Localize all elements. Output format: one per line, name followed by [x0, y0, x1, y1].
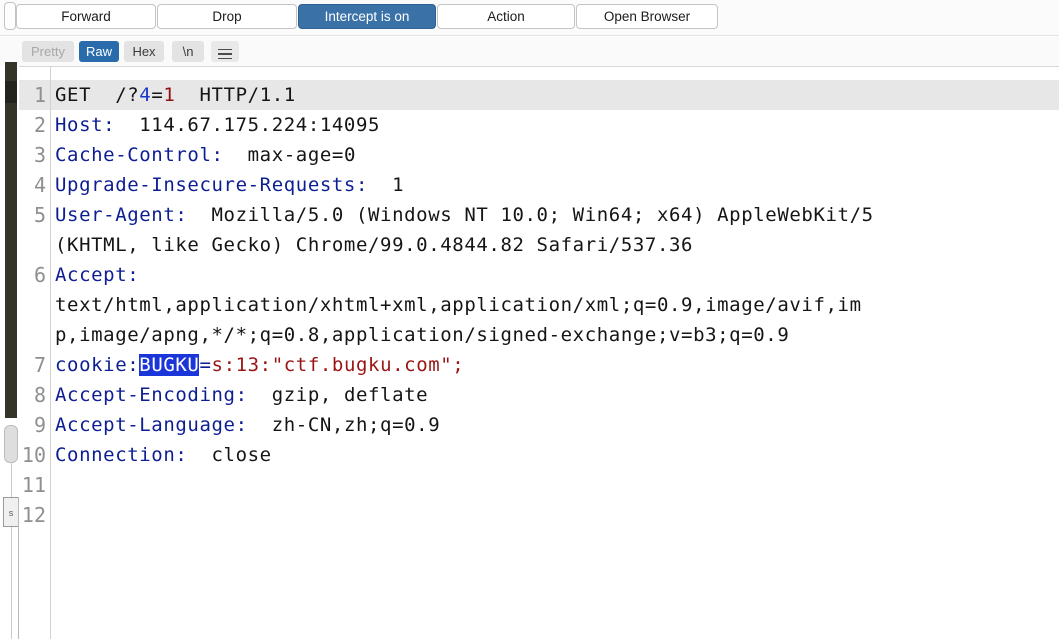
view-mode-tab-pretty[interactable]: Pretty [22, 41, 74, 62]
editor-line[interactable]: 1 GET /?4=1 HTTP/1.1 [19, 80, 1059, 110]
editor-line[interactable]: 9 Accept-Language: zh-CN,zh;q=0.9 [19, 410, 1059, 440]
line-number: 9 [33, 413, 46, 437]
line-content[interactable]: Upgrade-Insecure-Requests: 1 [55, 170, 1059, 200]
editor-line[interactable]: text/html,application/xhtml+xml,applicat… [19, 290, 1059, 320]
line-content[interactable]: Accept-Encoding: gzip, deflate [55, 380, 1059, 410]
http-request-editor[interactable]: 1 GET /?4=1 HTTP/1.1 2 Host: 114.67.175.224… [19, 66, 1059, 639]
editor-line[interactable]: p,image/apng,*/*;q=0.8,application/signe… [19, 320, 1059, 350]
code-segment: text/html,application/xhtml+xml,applicat… [55, 294, 862, 316]
hamburger-menu-icon[interactable] [211, 41, 239, 62]
toolbar-button-action[interactable]: Action [437, 4, 575, 29]
code-segment: cookie: [55, 354, 140, 376]
editor-line[interactable]: 6 Accept: [19, 260, 1059, 290]
line-content[interactable]: cookie:BUGKU=s:13:"ctf.bugku.com"; [55, 350, 1059, 380]
code-segment: = [199, 354, 212, 376]
view-mode-tab-hex[interactable]: Hex [124, 41, 164, 62]
toolbar-edge-sliver [4, 2, 16, 30]
code-segment: HTTP/1.1 [175, 84, 296, 106]
editor-line[interactable]: 8 Accept-Encoding: gzip, deflate [19, 380, 1059, 410]
editor-line[interactable]: 12 [19, 500, 1059, 530]
line-content[interactable]: Accept-Language: zh-CN,zh;q=0.9 [55, 410, 1059, 440]
code-segment: Mozilla/5.0 (Windows NT 10.0; Win64; x64… [199, 204, 874, 226]
code-segment: 1 [163, 84, 176, 106]
code-segment: 4 [139, 84, 152, 106]
line-content[interactable]: User-Agent: Mozilla/5.0 (Windows NT 10.0… [55, 200, 1059, 230]
code-segment: Cache-Control: [55, 144, 236, 166]
left-scrollbar-thumb[interactable] [4, 425, 18, 463]
left-rail-divider [11, 463, 12, 639]
line-content[interactable]: Host: 114.67.175.224:14095 [55, 110, 1059, 140]
line-number: 3 [33, 143, 46, 167]
editor-line[interactable]: (KHTML, like Gecko) Chrome/99.0.4844.82 … [19, 230, 1059, 260]
message-editor-tabstrip: Pretty Raw Hex \n [0, 37, 1059, 66]
hamburger-menu-icon [218, 48, 232, 60]
line-content[interactable]: text/html,application/xhtml+xml,applicat… [55, 290, 1059, 320]
toolbar-button-open-browser[interactable]: Open Browser [576, 4, 718, 29]
line-number: 4 [33, 173, 46, 197]
line-content[interactable]: Accept: [55, 260, 1059, 290]
editor-line[interactable]: 4 Upgrade-Insecure-Requests: 1 [19, 170, 1059, 200]
proxy-intercept-toolbar: Forward Drop Intercept is on Action Open Bro… [0, 0, 1059, 36]
line-number: 11 [21, 473, 46, 497]
line-number: 2 [33, 113, 46, 137]
code-segment: Host: [55, 114, 128, 136]
editor-line[interactable]: 5 User-Agent: Mozilla/5.0 (Windows NT 10.… [19, 200, 1059, 230]
line-number: 1 [33, 83, 46, 107]
view-mode-tab-n[interactable]: \n [172, 41, 204, 62]
code-segment: s:13:"ctf.bugku.com"; [211, 354, 465, 376]
line-content[interactable]: Cache-Control: max-age=0 [55, 140, 1059, 170]
code-segment: 1 [380, 174, 405, 196]
editor-line[interactable]: 2 Host: 114.67.175.224:14095 [19, 110, 1059, 140]
left-dark-scroll-rail-thumb[interactable] [5, 81, 17, 103]
line-content[interactable]: p,image/apng,*/*;q=0.8,application/signe… [55, 320, 1059, 350]
editor-line[interactable]: 10 Connection: close [19, 440, 1059, 470]
editor-line[interactable]: 7 cookie:BUGKU=s:13:"ctf.bugku.com"; [19, 350, 1059, 380]
line-number: 8 [33, 383, 46, 407]
editor-line[interactable]: 3 Cache-Control: max-age=0 [19, 140, 1059, 170]
code-segment: 114.67.175.224:14095 [127, 114, 381, 136]
toolbar-button-drop[interactable]: Drop [157, 4, 297, 29]
code-segment: User-Agent: [55, 204, 200, 226]
view-mode-tab-raw[interactable]: Raw [79, 41, 119, 62]
editor-line[interactable]: 11 [19, 470, 1059, 500]
line-number: 12 [21, 503, 46, 527]
line-content[interactable]: GET /?4=1 HTTP/1.1 [55, 80, 1059, 110]
code-segment: Upgrade-Insecure-Requests: [55, 174, 381, 196]
code-segment: Accept: [55, 264, 152, 286]
line-content[interactable]: (KHTML, like Gecko) Chrome/99.0.4844.82 … [55, 230, 1059, 260]
line-number: 5 [33, 203, 46, 227]
line-number: 6 [33, 263, 46, 287]
left-dark-scroll-rail[interactable] [5, 62, 17, 418]
code-segment: (KHTML, like Gecko) Chrome/99.0.4844.82 … [55, 234, 694, 256]
code-segment: GET /? [55, 84, 140, 106]
line-number: 7 [33, 353, 46, 377]
code-segment: Accept-Language: [55, 414, 260, 436]
code-segment: zh-CN,zh;q=0.9 [259, 414, 441, 436]
code-segment: = [151, 84, 164, 106]
line-content[interactable]: Connection: close [55, 440, 1059, 470]
code-segment: p,image/apng,*/*;q=0.8,application/signe… [55, 324, 790, 346]
line-number: 10 [21, 443, 46, 467]
toolbar-button-forward[interactable]: Forward [16, 4, 156, 29]
code-segment: Connection: [55, 444, 200, 466]
toolbar-button-intercept-is-on[interactable]: Intercept is on [298, 4, 436, 29]
code-segment: Accept-Encoding: [55, 384, 260, 406]
collapsed-inspector-tab[interactable]: s [3, 497, 18, 527]
code-segment: gzip, deflate [259, 384, 429, 406]
code-segment: close [199, 444, 272, 466]
code-segment: max-age=0 [235, 144, 356, 166]
selected-text: BUGKU [139, 354, 200, 376]
